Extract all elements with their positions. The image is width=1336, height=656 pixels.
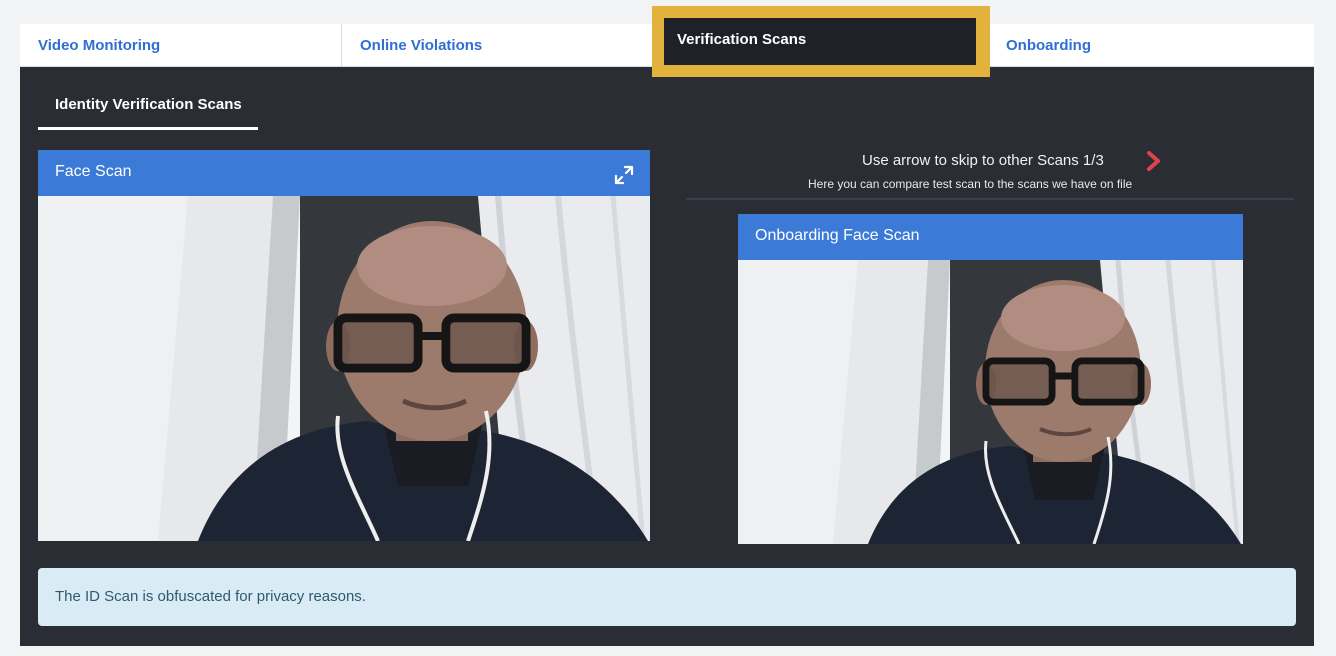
face-scan-header: Face Scan [38, 150, 650, 196]
face-scan-title: Face Scan [55, 163, 132, 180]
scan-nav-instruction: Use arrow to skip to other Scans 1/3 [862, 152, 1104, 169]
scan-nav-caption: Here you can compare test scan to the sc… [808, 177, 1133, 191]
onboarding-face-scan-image [738, 260, 1243, 544]
onboarding-face-scan-header: Onboarding Face Scan [738, 214, 1243, 260]
face-scan-image [38, 196, 650, 541]
tab-video-monitoring[interactable]: Video Monitoring [20, 24, 342, 67]
tab-verification-scans[interactable]: Verification Scans [664, 18, 976, 65]
tab-onboarding[interactable]: Onboarding [988, 24, 1314, 67]
onboarding-face-scan-title: Onboarding Face Scan [755, 227, 920, 244]
divider [686, 198, 1294, 200]
subtab-identity-verification-scans[interactable]: Identity Verification Scans [38, 92, 258, 130]
expand-icon[interactable] [612, 161, 636, 185]
privacy-notice: The ID Scan is obfuscated for privacy re… [38, 568, 1296, 626]
tab-online-violations[interactable]: Online Violations [342, 24, 654, 67]
active-tab-highlight: Verification Scans [652, 6, 990, 77]
chevron-right-icon[interactable] [1144, 150, 1164, 172]
